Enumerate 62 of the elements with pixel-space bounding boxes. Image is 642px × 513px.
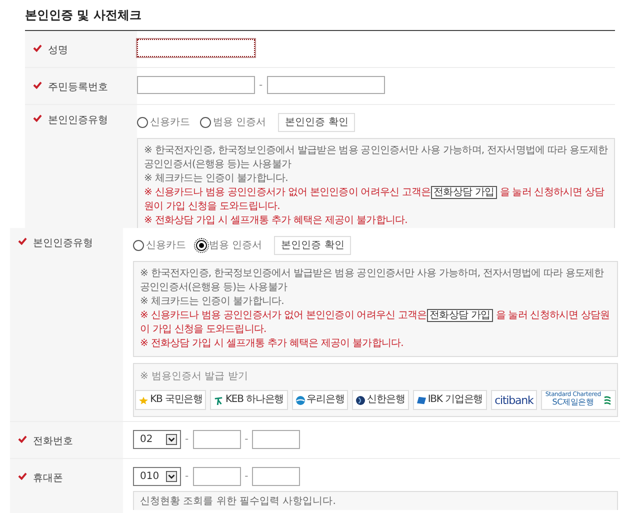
- radio-button[interactable]: [196, 240, 207, 250]
- field-label: 휴대폰: [33, 472, 63, 485]
- radio-button[interactable]: [200, 116, 211, 128]
- radio-button[interactable]: [133, 240, 144, 250]
- hint-text: 신청현황 조회를 위한 필수입력 사항입니다.: [133, 491, 618, 510]
- circle-icon: [296, 396, 305, 404]
- separator: -: [185, 434, 189, 445]
- input-field[interactable]: [137, 76, 255, 94]
- stripes-icon: [602, 396, 612, 404]
- notice-text: ※ 신용카드나 범용 공인인증서가 없어 본인인증이 어려우신 고객은 전화상담 가입 을 눌러 신청하시면 상담원이 가입 신청을 도와드립니다.: [144, 186, 606, 214]
- section-title: 본인인증 및 사전체크: [25, 6, 142, 24]
- circle-icon: [356, 396, 366, 404]
- bank-button[interactable]: KB 국민은행: [135, 390, 206, 410]
- notice-text: ※ 전화상담 가입 시 셀프개통 추가 혜택은 제공이 불가합니다.: [144, 214, 408, 228]
- bank-button[interactable]: citibank: [490, 390, 538, 410]
- bank-name: 신한은행: [367, 395, 405, 405]
- consult-signup-button[interactable]: 전화상담 가입: [430, 186, 498, 199]
- star-icon: [139, 396, 148, 404]
- separator: -: [244, 471, 248, 482]
- field-label: 본인인증유형: [33, 237, 93, 250]
- radio-label[interactable]: 범용 인증서: [213, 115, 266, 129]
- bank-button[interactable]: 신한은행: [352, 390, 409, 410]
- bank-name: citibank: [494, 394, 534, 406]
- bank-name: SC제일은행: [552, 399, 594, 407]
- radio-button[interactable]: [137, 116, 148, 128]
- bank-name: KEB 하나은행: [225, 395, 284, 405]
- radio-label[interactable]: 범용 인증서: [209, 238, 262, 252]
- input-field[interactable]: [266, 76, 385, 94]
- verify-button[interactable]: 본인인증 확인: [278, 112, 356, 132]
- radio-label[interactable]: 신용카드: [146, 238, 186, 252]
- radio-label[interactable]: 신용카드: [150, 115, 190, 129]
- input-field[interactable]: [252, 430, 300, 449]
- bank-button[interactable]: KEB 하나은행: [210, 390, 288, 410]
- separator: -: [185, 471, 189, 482]
- field-label: 본인인증유형: [48, 114, 108, 127]
- bank-name: 우리은행: [306, 395, 344, 405]
- consult-signup-button[interactable]: 전화상담 가입: [426, 309, 494, 322]
- bank-button[interactable]: 우리은행: [292, 390, 348, 410]
- separator: -: [259, 80, 263, 90]
- prefix-select[interactable]: 010: [133, 467, 181, 486]
- name-field[interactable]: [137, 39, 255, 57]
- notice-text: ※ 한국전자인증, 한국정보인증에서 발급받은 범용 공인인증서만 사용 가능하며, 전자서명법에 따라 용도제한 공인인증서(은행용 등)는 사용불가: [144, 144, 608, 172]
- notice-text: ※ 전화상담 가입 시 셀프개통 추가 혜택은 제공이 불가합니다.: [140, 337, 404, 351]
- prefix-select[interactable]: 02: [133, 430, 181, 449]
- field-label: 전화번호: [33, 435, 73, 448]
- caret-icon: [166, 434, 177, 445]
- bank-name: IBK 기업은행: [428, 395, 483, 405]
- separator: -: [244, 434, 248, 445]
- bank-name: KB 국민은행: [150, 395, 202, 405]
- caret-icon: [166, 471, 177, 482]
- input-field[interactable]: [192, 430, 241, 449]
- notice-text: ※ 신용카드나 범용 공인인증서가 없어 본인인증이 어려우신 고객은 전화상담 가입 을 눌러 신청하시면 상담원이 가입 신청을 도와드립니다.: [140, 309, 611, 337]
- bank-button[interactable]: IBK 기업은행: [412, 390, 487, 410]
- notice-text: ※ 체크카드는 인증이 불가합니다.: [140, 295, 285, 309]
- verify-button[interactable]: 본인인증 확인: [274, 236, 352, 254]
- issuance-title: ※ 범용인증서 발급 받기: [140, 370, 249, 383]
- notice-text: ※ 한국전자인증, 한국정보인증에서 발급받은 범용 공인인증서만 사용 가능하며, 전자서명법에 따라 용도제한 공인인증서(은행용 등)는 사용불가: [140, 267, 605, 295]
- field-label: 성명: [48, 44, 68, 57]
- input-field[interactable]: [252, 467, 300, 486]
- field-label: 주민등록번호: [48, 81, 108, 94]
- input-field[interactable]: [192, 467, 241, 486]
- notice-text: ※ 체크카드는 인증이 불가합니다.: [144, 172, 289, 186]
